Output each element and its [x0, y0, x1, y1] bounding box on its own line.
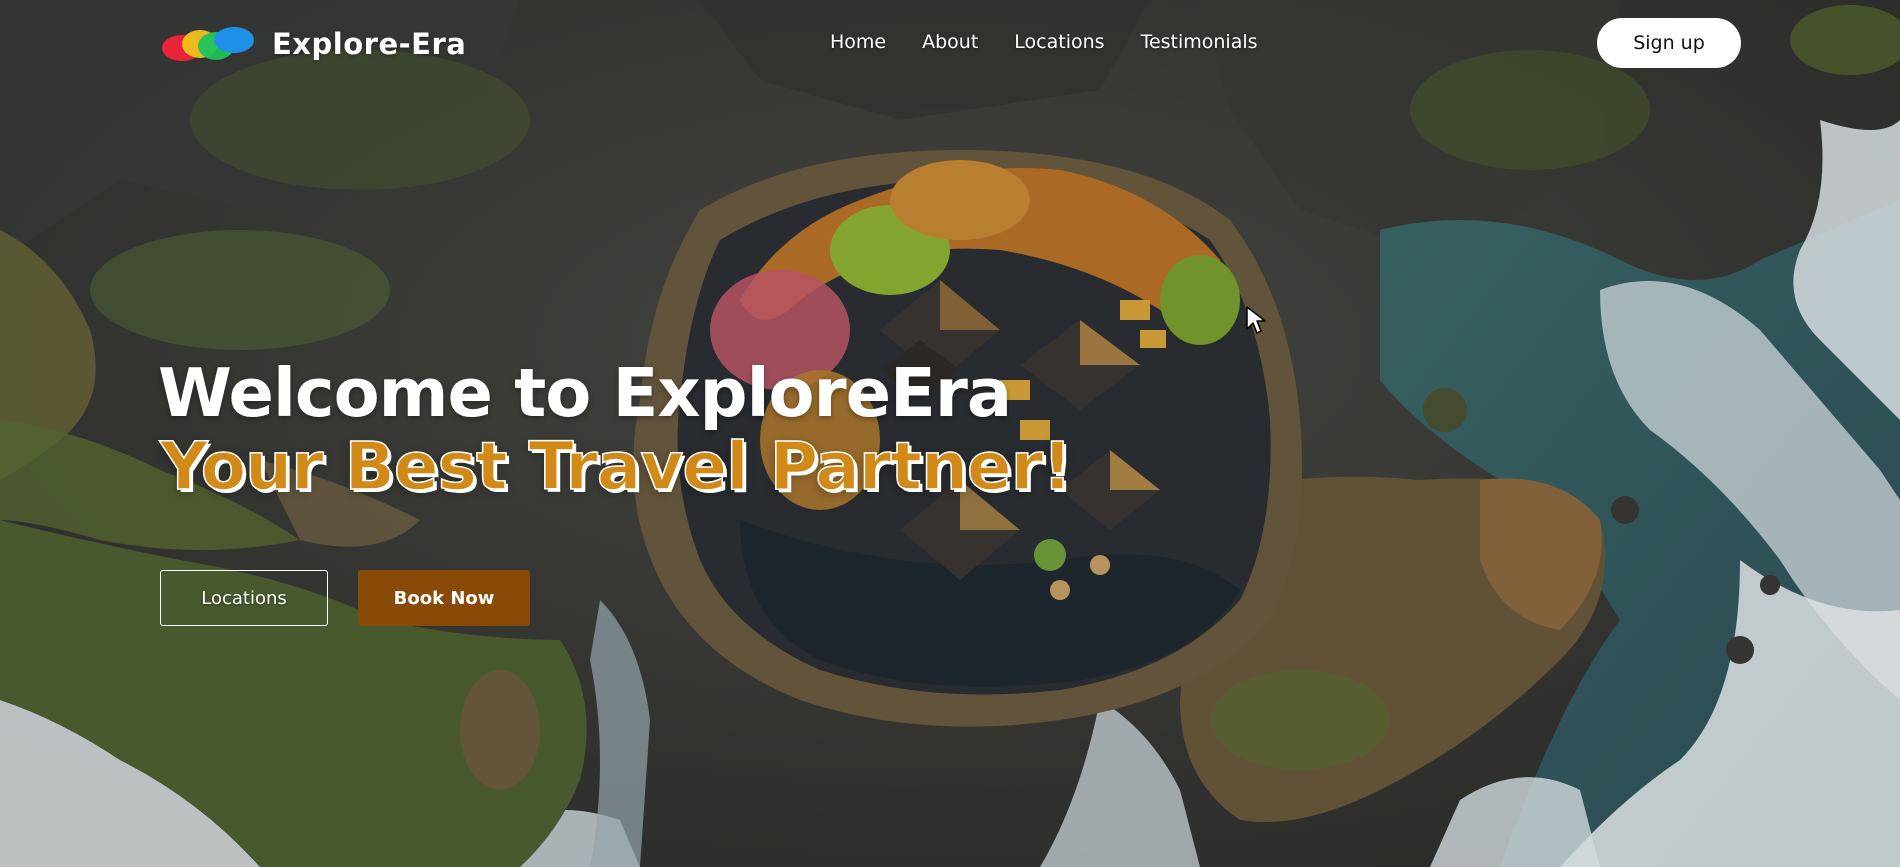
brand-logo-icon — [162, 27, 254, 61]
locations-button[interactable]: Locations — [160, 570, 328, 626]
nav-link-home[interactable]: Home — [830, 31, 886, 53]
nav-link-about[interactable]: About — [922, 31, 978, 53]
brand-home-link[interactable]: Explore-Era — [162, 24, 466, 64]
hero-subtitle: Your Best Travel Partner! — [159, 427, 1073, 506]
nav-link-locations[interactable]: Locations — [1014, 31, 1104, 53]
mouse-cursor-icon — [1246, 306, 1266, 334]
hero-title: Welcome to ExploreEra — [158, 354, 1012, 432]
book-now-button[interactable]: Book Now — [358, 570, 530, 626]
primary-nav: Home About Locations Testimonials — [830, 31, 1258, 53]
nav-link-testimonials[interactable]: Testimonials — [1141, 31, 1258, 53]
brand-name: Explore-Era — [272, 27, 467, 61]
signup-button[interactable]: Sign up — [1597, 18, 1741, 68]
navbar: Explore-Era Home About Locations Testimo… — [0, 0, 1900, 86]
